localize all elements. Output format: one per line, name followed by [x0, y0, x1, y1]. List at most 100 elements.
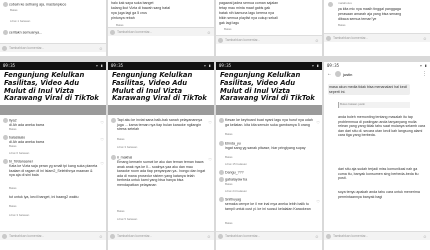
emoji-icon[interactable]: ☺: [423, 232, 427, 241]
reply-button[interactable]: Balas: [225, 155, 319, 160]
top-panel-1: cobain ke sethang aja, mastanpiece Balas…: [0, 0, 106, 56]
chat-message: masa akun media tidak bisa menanalani ha…: [328, 84, 410, 96]
reply-button[interactable]: Balas: [224, 27, 319, 32]
phone-screen-2: 09:35 ▾ ▮ Fengunjung Kelulkan Fasilitas, …: [108, 62, 214, 250]
like-heart-icon[interactable]: ♡: [100, 161, 104, 166]
article-image[interactable]: [216, 105, 322, 115]
reply-button[interactable]: Balas: [117, 209, 211, 214]
reply-button[interactable]: Balas: [9, 204, 103, 209]
avatar: [326, 234, 331, 239]
comment-body: dibaca semua teman"ye: [338, 17, 377, 21]
chat-message: soya tenyu apakah anda tahu cara untuk m…: [338, 190, 420, 199]
comment-username[interactable]: malahutus: [338, 1, 427, 6]
comment-body: ceritakn semuanya...: [9, 30, 43, 35]
avatar: [219, 177, 224, 182]
comment-body: semaka cempe ke il me inal mya aneka leb…: [225, 202, 311, 211]
view-replies-link[interactable]: Lihat 3 balasan: [9, 213, 103, 218]
comment-input-placeholder: Tambahkan komentar...: [117, 234, 153, 238]
like-heart-icon[interactable]: ♡: [316, 199, 320, 204]
view-replies-link[interactable]: Lihat 24 balasan: [225, 189, 319, 194]
reply-button[interactable]: Balas: [10, 8, 103, 13]
like-heart-icon[interactable]: ♡: [316, 120, 320, 125]
avatar: [3, 2, 8, 7]
comment-body: ingat sang yg sanak pitcase, hiar pringl…: [225, 146, 306, 150]
comment-input[interactable]: Tambahkan komentar... ☺: [324, 231, 430, 240]
status-bar: 09:35 ▾ ▮: [0, 62, 106, 70]
comment-username[interactable]: balaslaalo: [9, 135, 25, 139]
emoji-icon[interactable]: ☺: [99, 44, 103, 53]
comment-username[interactable]: Snithuyag: [225, 197, 241, 201]
article-headline[interactable]: Fengunjung Kelulkan Fasilitas, Video Adu…: [4, 71, 102, 103]
reply-button[interactable]: Balas: [225, 182, 319, 187]
avatar: [218, 38, 223, 43]
avatar: [2, 234, 7, 239]
emoji-icon[interactable]: ☺: [99, 232, 103, 241]
comment-username[interactable]: Ilya2: [9, 118, 17, 122]
reply-button[interactable]: Balas: [338, 23, 427, 28]
comment-input-placeholder: Tambahkan komentar...: [333, 234, 369, 238]
reply-button[interactable]: Balas: [9, 144, 103, 149]
quoted-reply: Bules balaan justin: [338, 102, 410, 108]
reply-button[interactable]: Balas: [9, 186, 103, 191]
avatar: [3, 30, 8, 35]
phone-screen-3: 09:35 ▾ ▮ Fengunjung Kelulkan Fasilitas, …: [216, 62, 322, 250]
like-heart-icon[interactable]: ♡: [100, 120, 104, 125]
avatar: [3, 159, 8, 164]
article-headline[interactable]: Fengunjung Kelulkan Fasilitas, Video Adu…: [112, 71, 210, 103]
comment-input-placeholder: Tambahkan komentar...: [225, 38, 261, 42]
comment-input[interactable]: Tambahkan komentar... ☺: [0, 43, 106, 52]
comment-username[interactable]: ii_makhal: [117, 155, 132, 159]
comment-body: cobain ke sethang aja, mastanpiece: [9, 2, 67, 7]
comment-username[interactable]: bl_frl/danaaner: [9, 159, 33, 163]
avatar: [3, 135, 8, 140]
article-image[interactable]: [108, 105, 214, 115]
reply-button[interactable]: Balas: [225, 132, 319, 137]
chat-username[interactable]: justin: [343, 72, 352, 77]
reply-button[interactable]: Balas: [117, 137, 211, 142]
like-heart-icon[interactable]: ♡: [208, 157, 212, 162]
comment-input[interactable]: Tambahkan komentar... ☺: [108, 27, 214, 36]
comment-body: Emang kemarin sumwi ke aku dan teman tem…: [117, 160, 206, 187]
emoji-icon[interactable]: ☺: [207, 232, 211, 241]
comment-body: batak nih kamuna lagu kerena nya: [219, 11, 274, 15]
emoji-icon[interactable]: ☺: [423, 34, 427, 43]
comment-username[interactable]: Dangu_???: [225, 170, 244, 174]
comment-body: Kesan ke keyboard buat nyani lagu nya hu…: [225, 118, 313, 127]
reply-button[interactable]: Balas: [9, 127, 103, 132]
comment-input-placeholder: Tambahkan komentar...: [225, 234, 261, 238]
comment: gabalayaw ba: [219, 177, 319, 182]
comment-username[interactable]: Elinda_yu: [225, 141, 241, 145]
avatar: [3, 118, 8, 123]
view-replies-link[interactable]: Lihat 3 balasan: [117, 145, 211, 150]
comment: Dangu_???: [219, 170, 319, 175]
comment-username[interactable]: gabalayaw ba: [225, 177, 247, 181]
emoji-icon[interactable]: ☺: [315, 36, 319, 45]
view-replies-link[interactable]: Lihat 15 balasan: [225, 162, 319, 167]
status-time: 09:35: [219, 63, 232, 68]
comment-input[interactable]: Tambahkan komentar... ☺: [216, 35, 322, 44]
emoji-icon[interactable]: ☺: [315, 232, 319, 241]
reply-button[interactable]: Balas: [225, 221, 319, 226]
back-arrow-icon[interactable]: ←: [327, 71, 332, 77]
more-options-icon[interactable]: ⋮: [422, 71, 427, 77]
comment-body: halo kak saya suka banget: [111, 1, 154, 5]
view-replies-link[interactable]: Lihat 5 balasan: [117, 217, 211, 222]
comment-input[interactable]: Tambahkan komentar... ☺: [324, 33, 430, 42]
chat-message: dari situ aja sudah terjadi miss komunik…: [338, 167, 419, 181]
comment-text: cobain ke sethang aja, mastanpiece: [3, 2, 103, 7]
comment-body: tetap mau minta maaf gabis gak: [219, 6, 271, 10]
like-heart-icon[interactable]: ♡: [100, 137, 104, 142]
article-headline[interactable]: Fengunjung Kelulkan Fasilitas, Video Adu…: [220, 71, 318, 103]
comment-input[interactable]: Tambahkan komentar... ☺: [108, 231, 214, 240]
article-image[interactable]: [0, 105, 106, 115]
view-replies-link[interactable]: Lihat 6 balasan: [9, 151, 103, 156]
view-replies-link[interactable]: Lihat 1 balasan: [10, 19, 103, 24]
comment-input[interactable]: Tambahkan komentar... ☺: [0, 231, 106, 240]
emoji-icon[interactable]: ☺: [207, 28, 211, 37]
comment-body: gak lagi lagu: [219, 21, 240, 25]
like-heart-icon[interactable]: ♡: [208, 120, 212, 125]
top-panel-3: pagawai jadea semua coman sajalan tetap …: [216, 0, 322, 56]
avatar: [110, 30, 115, 35]
comment-input-placeholder: Tambahkan komentar...: [9, 234, 45, 238]
comment-input[interactable]: Tambahkan komentar... ☺: [216, 231, 322, 240]
